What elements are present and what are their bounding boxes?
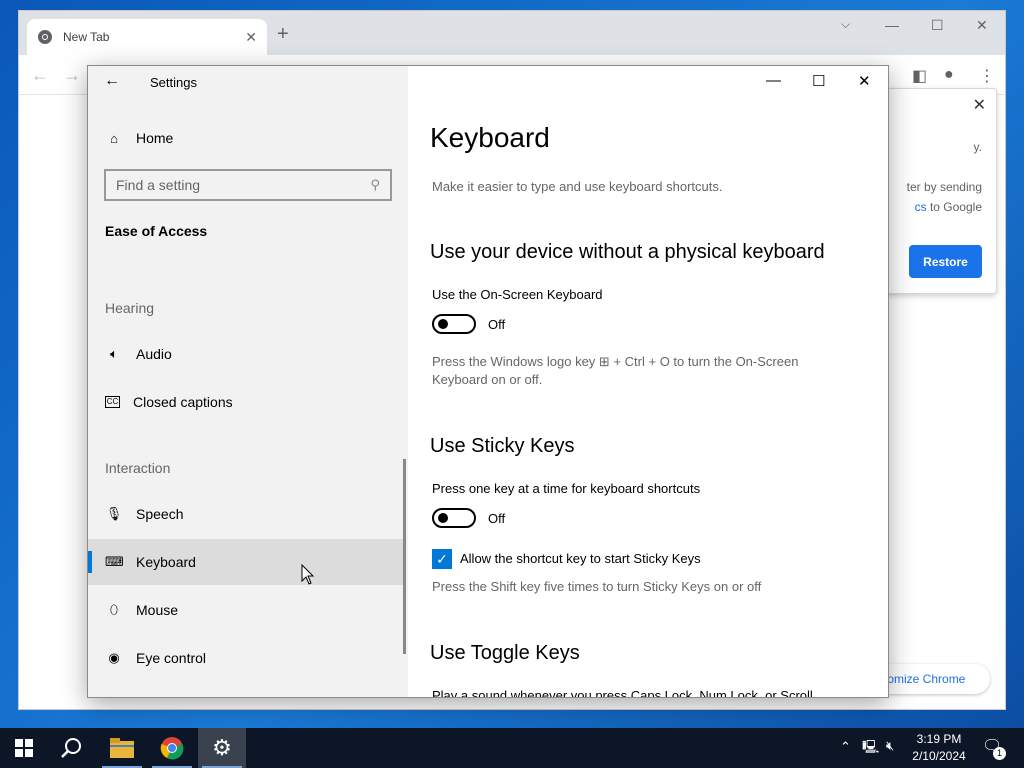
nav-item-label: Speech xyxy=(136,506,184,522)
chrome-tabstrip: New Tab ✕ + ⌵ — ☐ ✕ xyxy=(19,11,1005,55)
menu-kebab-icon[interactable]: ⋮ xyxy=(979,66,995,86)
nav-item-label: Keyboard xyxy=(136,554,196,570)
checkmark-icon: ✓ xyxy=(436,550,448,567)
folder-icon xyxy=(110,738,134,758)
search-input[interactable] xyxy=(116,177,371,193)
nav-item-keyboard[interactable]: ⌨ Keyboard xyxy=(88,539,406,585)
nav-item-label: Audio xyxy=(136,346,172,362)
home-icon: ⌂ xyxy=(110,130,118,146)
eye-icon: ◉ xyxy=(108,650,120,665)
settings-content-pane: — ☐ ✕ Keyboard Make it easier to type an… xyxy=(408,66,888,697)
side-panel-icon[interactable]: ◧ xyxy=(912,66,927,86)
clock-time: 3:19 PM xyxy=(916,732,962,746)
action-center-button[interactable]: 🗨︎ 1 xyxy=(982,736,1006,760)
tab-search-icon[interactable]: ⌵ xyxy=(841,17,850,32)
sticky-keys-label: Press one key at a time for keyboard sho… xyxy=(432,481,701,496)
nav-item-audio[interactable]: 🔈︎ Audio xyxy=(88,331,406,377)
taskbar: ⚙ ⌃ 🖳︎ 🔇︎ 3:19 PM 2/10/2024 🗨︎ 1 xyxy=(0,728,1024,768)
profile-icon[interactable]: ● xyxy=(944,66,954,84)
section-label-interaction: Interaction xyxy=(105,460,171,476)
nav-item-label: Closed captions xyxy=(133,394,233,410)
mouse-icon: ⬯ xyxy=(109,602,119,617)
close-icon[interactable]: ✕ xyxy=(858,72,871,90)
sticky-keys-help: Press the Shift key five times to turn S… xyxy=(432,579,762,594)
onscreen-keyboard-label: Use the On-Screen Keyboard xyxy=(432,287,603,302)
toggle-keys-label: Play a sound whenever you press Caps Loc… xyxy=(432,688,813,697)
popup-text-line3-rest: to Google xyxy=(926,200,982,214)
sticky-shortcut-checkbox[interactable]: ✓ xyxy=(432,549,452,569)
nav-item-label: Eye control xyxy=(136,650,207,666)
section-label-hearing: Hearing xyxy=(105,300,155,316)
settings-nav-pane: ← Settings ⌂ Home ⚲ Ease of Access Heari… xyxy=(88,66,408,697)
toggle-knob xyxy=(438,513,448,523)
popup-close-icon[interactable]: ✕ xyxy=(973,95,986,115)
tab-close-icon[interactable]: ✕ xyxy=(245,29,257,46)
onscreen-keyboard-toggle[interactable] xyxy=(432,314,476,334)
system-clock[interactable]: 3:19 PM 2/10/2024 xyxy=(906,731,972,765)
settings-window: ← Settings ⌂ Home ⚲ Ease of Access Heari… xyxy=(87,65,889,698)
windows-logo-icon xyxy=(15,739,33,757)
windows-logo-icon: ⊞ xyxy=(598,354,610,369)
category-heading: Ease of Access xyxy=(105,223,208,239)
nav-scrollbar[interactable] xyxy=(403,459,406,654)
network-icon[interactable]: 🖳︎ xyxy=(862,738,879,760)
tab-title: New Tab xyxy=(63,30,110,44)
keyboard-icon: ⌨ xyxy=(105,554,124,569)
settings-taskbar-button[interactable]: ⚙ xyxy=(198,728,246,768)
chrome-taskbar-button[interactable] xyxy=(148,728,196,768)
back-arrow-icon[interactable]: ← xyxy=(104,72,120,90)
nav-item-mouse[interactable]: ⬯ Mouse xyxy=(88,587,406,633)
popup-link[interactable]: cs xyxy=(915,200,927,214)
mouse-cursor-icon xyxy=(301,564,315,585)
selection-indicator xyxy=(88,551,92,573)
chrome-tab-new-tab[interactable]: New Tab ✕ xyxy=(27,19,267,55)
chrome-maximize-icon[interactable]: ☐ xyxy=(931,17,944,34)
restore-button[interactable]: Restore xyxy=(909,245,982,278)
nav-item-home[interactable]: ⌂ Home xyxy=(88,115,406,161)
forward-arrow-icon[interactable]: → xyxy=(63,65,81,86)
nav-item-closed-captions[interactable]: CC Closed captions xyxy=(88,379,406,425)
chevron-up-icon[interactable]: ⌃ xyxy=(840,739,851,755)
nav-item-speech[interactable]: 🎙︎ Speech xyxy=(88,491,406,537)
section-title-toggle-keys: Use Toggle Keys xyxy=(430,642,580,664)
chrome-logo-icon xyxy=(160,737,184,760)
new-tab-button[interactable]: + xyxy=(277,24,289,44)
microphone-icon: 🎙︎ xyxy=(105,506,123,521)
closed-captions-icon: CC xyxy=(105,396,120,408)
page-subtitle: Make it easier to type and use keyboard … xyxy=(432,179,723,194)
page-title: Keyboard xyxy=(430,122,550,153)
start-button[interactable] xyxy=(0,728,48,768)
sticky-keys-toggle[interactable] xyxy=(432,508,476,528)
search-icon[interactable]: ⚲ xyxy=(370,177,380,193)
nav-item-label: Home xyxy=(136,130,174,146)
gear-icon: ⚙ xyxy=(212,735,232,760)
chrome-close-icon[interactable]: ✕ xyxy=(976,17,988,34)
window-title: Settings xyxy=(150,75,197,90)
chrome-minimize-icon[interactable]: — xyxy=(885,17,899,33)
nav-item-eye-control[interactable]: ◉ Eye control xyxy=(88,635,406,681)
sticky-keys-state: Off xyxy=(488,511,506,526)
clock-date: 2/10/2024 xyxy=(912,749,966,763)
toggle-knob xyxy=(438,319,448,329)
maximize-icon[interactable]: ☐ xyxy=(812,72,825,90)
search-button[interactable] xyxy=(48,728,96,768)
sticky-shortcut-label[interactable]: Allow the shortcut key to start Sticky K… xyxy=(460,551,701,566)
chrome-logo-icon xyxy=(38,30,52,44)
section-title-onscreen: Use your device without a physical keybo… xyxy=(430,241,825,263)
section-title-sticky-keys: Use Sticky Keys xyxy=(430,435,575,457)
onscreen-keyboard-help: Press the Windows logo key ⊞ + Ctrl + O … xyxy=(432,353,832,389)
speaker-icon: 🔈︎ xyxy=(110,346,118,361)
notification-count-badge: 1 xyxy=(993,747,1006,760)
nav-item-label: Mouse xyxy=(136,602,179,618)
search-box: ⚲ xyxy=(104,169,392,201)
help-text-part1: Press the Windows logo key xyxy=(432,354,596,369)
onscreen-keyboard-state: Off xyxy=(488,317,506,332)
search-icon xyxy=(61,738,81,758)
volume-muted-icon[interactable]: 🔇︎ xyxy=(886,738,894,754)
back-arrow-icon[interactable]: ← xyxy=(31,65,49,86)
file-explorer-button[interactable] xyxy=(98,728,146,768)
minimize-icon[interactable]: — xyxy=(766,72,781,89)
